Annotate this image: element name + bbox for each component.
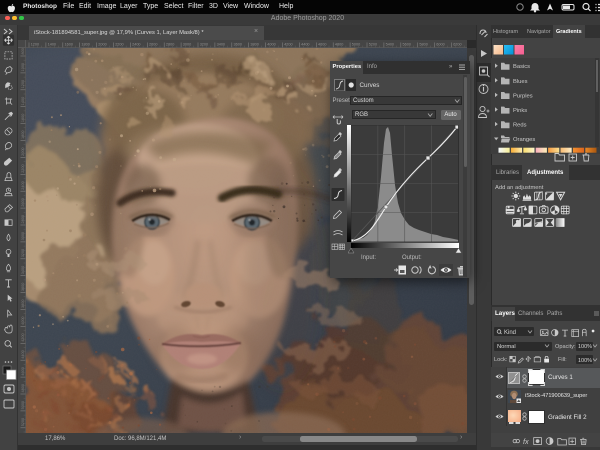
svg-text:Kind: Kind (504, 330, 516, 336)
svg-text:1600: 1600 (21, 114, 25, 122)
svg-text:6200: 6200 (453, 43, 461, 47)
svg-text:Blues: Blues (513, 79, 528, 85)
svg-text:4200: 4200 (284, 43, 292, 47)
svg-text:2000: 2000 (21, 147, 25, 155)
svg-text:3400: 3400 (21, 266, 25, 274)
svg-text:3600: 3600 (234, 43, 242, 47)
svg-text:1000: 1000 (21, 63, 25, 71)
svg-text:1800: 1800 (21, 131, 25, 139)
svg-text:2800: 2800 (21, 215, 25, 223)
svg-text:Reds: Reds (513, 123, 527, 129)
svg-text:1200: 1200 (21, 80, 25, 88)
svg-text:1200: 1200 (31, 43, 39, 47)
svg-text:4000: 4000 (21, 316, 25, 324)
svg-text:fx: fx (523, 437, 529, 446)
svg-text:3000: 3000 (21, 232, 25, 240)
svg-text:5000: 5000 (352, 43, 360, 47)
svg-text:3000: 3000 (183, 43, 191, 47)
svg-text:2600: 2600 (21, 198, 25, 206)
svg-text:4600: 4600 (21, 367, 25, 375)
svg-text:4600: 4600 (318, 43, 326, 47)
svg-text:1400: 1400 (48, 43, 56, 47)
svg-text:6000: 6000 (436, 43, 444, 47)
svg-text:5800: 5800 (419, 43, 427, 47)
svg-text:Purples: Purples (513, 93, 533, 99)
svg-text:4800: 4800 (335, 43, 343, 47)
svg-text:3400: 3400 (217, 43, 225, 47)
svg-text:800: 800 (21, 48, 25, 54)
svg-text:4000: 4000 (267, 43, 275, 47)
svg-text:5000: 5000 (21, 401, 25, 409)
svg-text:4200: 4200 (21, 333, 25, 341)
svg-text:1400: 1400 (21, 97, 25, 105)
svg-text:3200: 3200 (200, 43, 208, 47)
svg-text:2400: 2400 (21, 181, 25, 189)
svg-text:2800: 2800 (166, 43, 174, 47)
svg-text:5200: 5200 (369, 43, 377, 47)
svg-text:3800: 3800 (21, 300, 25, 308)
svg-text:Pinks: Pinks (513, 108, 527, 114)
svg-text:4400: 4400 (21, 350, 25, 358)
svg-text:2400: 2400 (132, 43, 140, 47)
svg-text:4400: 4400 (301, 43, 309, 47)
svg-text:5400: 5400 (386, 43, 394, 47)
svg-text:1800: 1800 (81, 43, 89, 47)
svg-text:2600: 2600 (149, 43, 157, 47)
svg-text:4800: 4800 (21, 384, 25, 392)
svg-text:5200: 5200 (21, 418, 25, 426)
svg-text:Oranges: Oranges (513, 137, 535, 143)
svg-text:3800: 3800 (250, 43, 258, 47)
svg-text:1600: 1600 (65, 43, 73, 47)
svg-text:5600: 5600 (403, 43, 411, 47)
svg-text:3600: 3600 (21, 283, 25, 291)
svg-text:Basics: Basics (513, 64, 530, 70)
svg-text:2200: 2200 (21, 164, 25, 172)
svg-text:3200: 3200 (21, 249, 25, 257)
svg-text:2000: 2000 (98, 43, 106, 47)
svg-text:2200: 2200 (115, 43, 123, 47)
